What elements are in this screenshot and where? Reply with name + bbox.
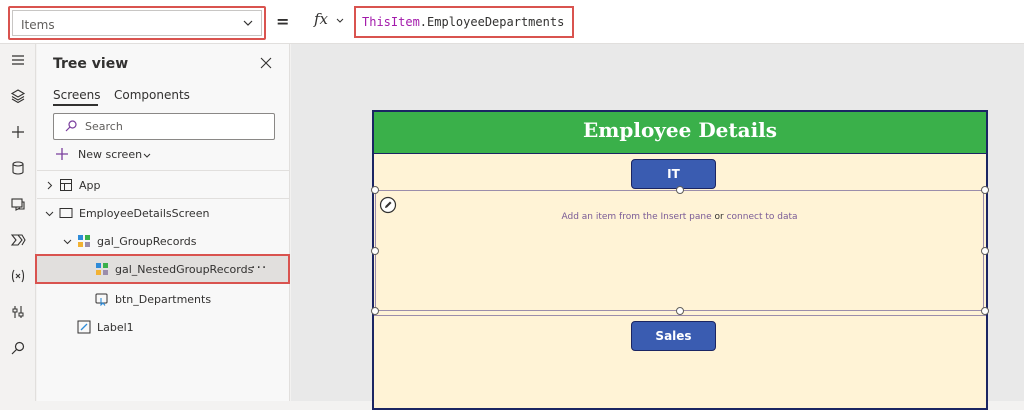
chevron-right-icon [47, 181, 53, 190]
formula-bar: Items = fx ThisItem.EmployeeDepartments [0, 0, 1024, 44]
formula-keyword: ThisItem [362, 15, 420, 29]
gallery-icon [78, 235, 90, 247]
hamburger-icon [12, 55, 24, 65]
tree-node-label: App [79, 179, 101, 192]
search-icon [11, 341, 25, 355]
button-icon [95, 293, 108, 306]
gallery-empty-hint: Add an item from the Insert pane or conn… [376, 212, 983, 222]
equals-sign: = [276, 12, 290, 31]
resize-handle[interactable] [676, 307, 684, 315]
hint-connect-link[interactable]: connect to data [727, 212, 798, 222]
resize-handle[interactable] [981, 247, 989, 255]
nested-gallery[interactable]: Add an item from the Insert pane or conn… [375, 190, 984, 311]
tree-node-label: gal_GroupRecords [97, 235, 197, 248]
resize-handle[interactable] [981, 307, 989, 315]
app-screen[interactable]: Employee Details IT Add an item from the… [371, 110, 989, 410]
tree-node-app[interactable]: App [37, 171, 289, 199]
search-rail-button[interactable] [4, 334, 32, 362]
resize-handle[interactable] [371, 307, 379, 315]
hint-or: or [714, 212, 724, 222]
tree-view-button[interactable] [4, 82, 32, 110]
close-icon[interactable] [259, 56, 273, 70]
data-button[interactable] [4, 154, 32, 182]
left-rail [0, 44, 36, 401]
tree-node-screen[interactable]: EmployeeDetailsScreen [37, 199, 289, 227]
chevron-down-icon [63, 239, 72, 245]
database-icon [12, 161, 24, 175]
layers-icon [10, 89, 26, 104]
property-dropdown-field[interactable]: Items [12, 10, 262, 36]
tree-view-title: Tree view [53, 56, 129, 72]
resize-handle[interactable] [371, 247, 379, 255]
resize-handle[interactable] [676, 186, 684, 194]
tree-node-label-control[interactable]: Label1 [37, 313, 289, 341]
tree-search-input[interactable]: Search [53, 113, 275, 140]
fx-button[interactable]: fx [304, 8, 350, 36]
tree-node-label: EmployeeDetailsScreen [79, 207, 210, 220]
search-icon [65, 120, 77, 132]
formula-property: .EmployeeDepartments [419, 15, 565, 29]
media-icon [11, 198, 25, 211]
hamburger-button[interactable] [4, 46, 32, 74]
department-button-it[interactable]: IT [631, 159, 716, 189]
formula-text: ThisItem.EmployeeDepartments [362, 15, 564, 29]
active-tab-indicator [53, 104, 98, 106]
tree-node-label: Label1 [97, 321, 134, 334]
chevron-down-icon [143, 153, 151, 158]
tab-screens[interactable]: Screens [53, 88, 101, 102]
formula-input[interactable]: ThisItem.EmployeeDepartments [354, 6, 574, 38]
tab-components[interactable]: Components [114, 88, 190, 102]
plus-icon [12, 126, 24, 138]
media-button[interactable] [4, 190, 32, 218]
tree-node-gallery[interactable]: gal_GroupRecords [37, 227, 289, 255]
search-placeholder: Search [85, 120, 123, 133]
app-icon [60, 179, 72, 191]
variable-icon [11, 269, 25, 283]
page-title: Employee Details [582, 118, 778, 142]
selection-highlight [35, 254, 290, 284]
resize-handle[interactable] [981, 186, 989, 194]
insert-button[interactable] [4, 118, 32, 146]
fx-icon: fx [314, 10, 329, 28]
tree-node-label: btn_Departments [115, 293, 212, 306]
tools-icon [12, 306, 24, 318]
variables-button[interactable] [4, 262, 32, 290]
property-dropdown[interactable]: Items [8, 6, 266, 40]
header-label[interactable]: Employee Details [374, 112, 986, 154]
chevron-down-icon [243, 20, 253, 26]
department-button-sales[interactable]: Sales [631, 321, 716, 351]
label-icon [77, 320, 91, 334]
resize-handle[interactable] [371, 186, 379, 194]
plus-icon [56, 148, 68, 160]
tree-node-button[interactable]: btn_Departments [37, 285, 289, 313]
tree-view-panel: Tree view Screens Components Search New … [37, 44, 290, 401]
power-automate-icon [10, 234, 26, 246]
screen-icon [59, 208, 73, 218]
chevron-down-icon [336, 18, 344, 23]
hint-insert: Add an item from the Insert pane [561, 212, 712, 222]
chevron-down-icon [45, 211, 54, 217]
new-screen-label: New screen [78, 148, 143, 161]
design-canvas: Employee Details IT Add an item from the… [291, 44, 1024, 410]
power-automate-button[interactable] [4, 226, 32, 254]
gallery-divider [374, 315, 986, 316]
property-value: Items [21, 18, 55, 32]
tools-button[interactable] [4, 298, 32, 326]
